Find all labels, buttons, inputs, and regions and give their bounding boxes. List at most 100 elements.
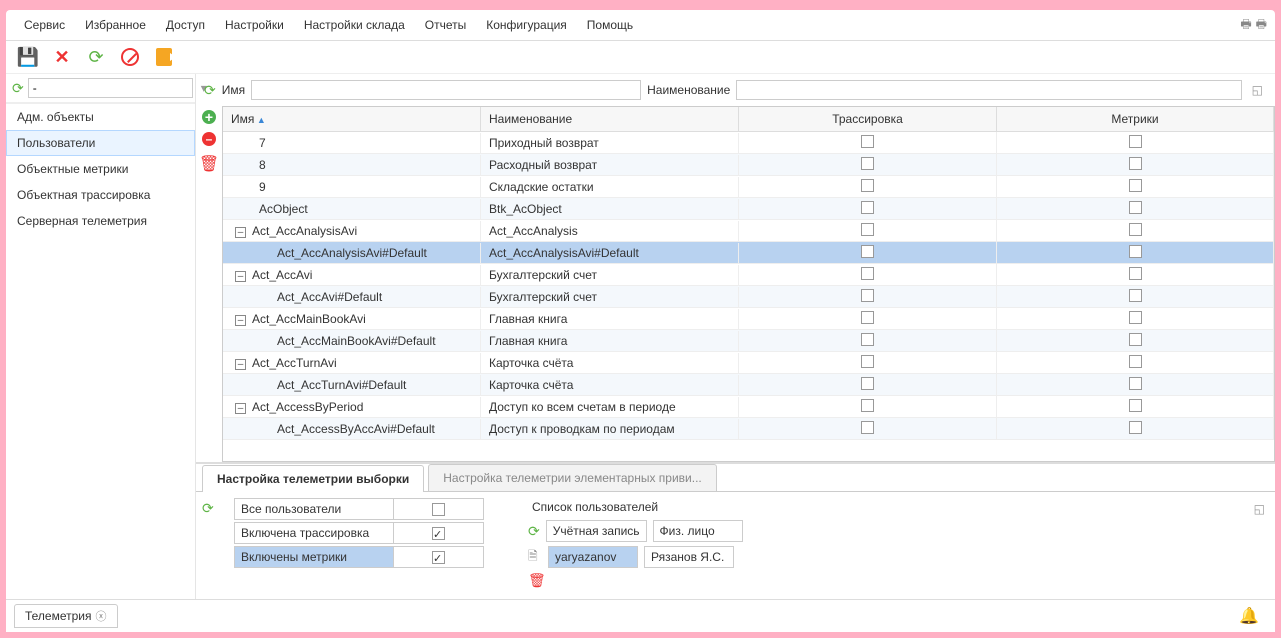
- menu-settings[interactable]: Настройки: [215, 14, 294, 36]
- nav-item[interactable]: Объектные метрики: [6, 156, 195, 182]
- nav-item[interactable]: Серверная телеметрия: [6, 208, 195, 234]
- trace-checkbox[interactable]: [861, 201, 874, 214]
- metrics-checkbox[interactable]: [1129, 267, 1142, 280]
- menu-config[interactable]: Конфигурация: [476, 14, 577, 36]
- users-col-account[interactable]: Учётная запись: [546, 520, 647, 542]
- document-icon: 🗎: [528, 547, 542, 568]
- users-cell-person[interactable]: Рязанов Я.С.: [644, 546, 734, 568]
- table-row[interactable]: –Act_AccAnalysisAviAct_AccAnalysis: [223, 220, 1274, 242]
- metrics-checkbox[interactable]: [1129, 355, 1142, 368]
- menu-access[interactable]: Доступ: [156, 14, 215, 36]
- setting-trace-checkbox[interactable]: [432, 527, 445, 540]
- metrics-checkbox[interactable]: [1129, 135, 1142, 148]
- table-row[interactable]: Act_AccAnalysisAvi#DefaultAct_AccAnalysi…: [223, 242, 1274, 264]
- metrics-checkbox[interactable]: [1129, 223, 1142, 236]
- metrics-checkbox[interactable]: [1129, 289, 1142, 302]
- menu-favorites[interactable]: Избранное: [75, 14, 156, 36]
- trace-checkbox[interactable]: [861, 377, 874, 390]
- metrics-checkbox[interactable]: [1129, 201, 1142, 214]
- filter-name-input[interactable]: [251, 80, 641, 100]
- print-icon[interactable]: 🖶: [1240, 15, 1251, 36]
- menu-service[interactable]: Сервис: [14, 14, 75, 36]
- metrics-checkbox[interactable]: [1129, 311, 1142, 324]
- table-row[interactable]: –Act_AccessByPeriodДоступ ко всем счетам…: [223, 396, 1274, 418]
- users-cell-account[interactable]: yaryazanov: [548, 546, 638, 568]
- left-panel: ⟳ ▾ Адм. объектыПользователиОбъектные ме…: [6, 74, 196, 599]
- table-row[interactable]: Act_AccTurnAvi#DefaultКарточка счёта: [223, 374, 1274, 396]
- trace-checkbox[interactable]: [861, 399, 874, 412]
- trace-checkbox[interactable]: [861, 245, 874, 258]
- grid-corner-icon[interactable]: ◱: [1248, 81, 1267, 99]
- table-row[interactable]: Act_AccAvi#DefaultБухгалтерский счет: [223, 286, 1274, 308]
- filter-desc-input[interactable]: [736, 80, 1241, 100]
- setting-all-users-checkbox[interactable]: [432, 503, 445, 516]
- table-row[interactable]: Act_AccessByAccAvi#DefaultДоступ к прово…: [223, 418, 1274, 440]
- trace-checkbox[interactable]: [861, 355, 874, 368]
- cancel-icon[interactable]: ✕: [52, 47, 72, 67]
- table-row[interactable]: –Act_AccTurnAviКарточка счёта: [223, 352, 1274, 374]
- table-row[interactable]: –Act_AccMainBookAviГлавная книга: [223, 308, 1274, 330]
- footer-tab-telemetry[interactable]: Телеметрия ⓧ: [14, 604, 118, 628]
- tab-telemetry-elementary[interactable]: Настройка телеметрии элементарных приви.…: [428, 464, 717, 491]
- menu-help[interactable]: Помощь: [577, 14, 643, 36]
- tree-toggle-icon[interactable]: –: [235, 227, 246, 238]
- menu-warehouse[interactable]: Настройки склада: [294, 14, 415, 36]
- setting-trace-label: Включена трассировка: [234, 522, 394, 544]
- tree-toggle-icon[interactable]: –: [235, 403, 246, 414]
- settings-refresh-icon[interactable]: ⟳: [202, 500, 214, 517]
- metrics-checkbox[interactable]: [1129, 399, 1142, 412]
- users-refresh-icon[interactable]: ⟳: [528, 523, 540, 540]
- metrics-checkbox[interactable]: [1129, 377, 1142, 390]
- remove-row-icon[interactable]: –: [202, 132, 216, 146]
- table-row[interactable]: 7Приходный возврат: [223, 132, 1274, 154]
- menu-reports[interactable]: Отчеты: [415, 14, 476, 36]
- left-filter-input[interactable]: [28, 78, 193, 98]
- tree-toggle-icon[interactable]: –: [235, 315, 246, 326]
- tree-toggle-icon[interactable]: –: [235, 271, 246, 282]
- table-row[interactable]: 9Складские остатки: [223, 176, 1274, 198]
- add-row-icon[interactable]: +: [202, 110, 216, 124]
- users-col-person[interactable]: Физ. лицо: [653, 520, 743, 542]
- col-header-desc[interactable]: Наименование: [481, 107, 739, 131]
- delete-row-icon[interactable]: 🗑: [199, 154, 219, 174]
- refresh-icon[interactable]: ⟳: [86, 47, 106, 67]
- trace-checkbox[interactable]: [861, 421, 874, 434]
- table-row[interactable]: –Act_AccAviБухгалтерский счет: [223, 264, 1274, 286]
- metrics-checkbox[interactable]: [1129, 421, 1142, 434]
- exit-icon[interactable]: [154, 47, 174, 67]
- metrics-checkbox[interactable]: [1129, 333, 1142, 346]
- forbid-icon[interactable]: [120, 47, 140, 67]
- trace-checkbox[interactable]: [861, 135, 874, 148]
- nav-item[interactable]: Пользователи: [6, 130, 195, 156]
- notifications-icon[interactable]: 🔔: [1239, 606, 1267, 626]
- metrics-checkbox[interactable]: [1129, 179, 1142, 192]
- trace-checkbox[interactable]: [861, 267, 874, 280]
- metrics-checkbox[interactable]: [1129, 157, 1142, 170]
- col-header-metrics[interactable]: Метрики: [997, 107, 1274, 131]
- trace-checkbox[interactable]: [861, 333, 874, 346]
- export-icon[interactable]: 🖶: [1256, 15, 1267, 36]
- toolbar: 💾 ✕ ⟳: [6, 41, 1275, 74]
- table-row[interactable]: AcObjectBtk_AcObject: [223, 198, 1274, 220]
- trace-checkbox[interactable]: [861, 179, 874, 192]
- footer-tab-close-icon[interactable]: ⓧ: [96, 608, 107, 624]
- table-row[interactable]: 8Расходный возврат: [223, 154, 1274, 176]
- tree-toggle-icon[interactable]: –: [235, 359, 246, 370]
- nav-item[interactable]: Объектная трассировка: [6, 182, 195, 208]
- trace-checkbox[interactable]: [861, 157, 874, 170]
- tab-telemetry-selection[interactable]: Настройка телеметрии выборки: [202, 465, 424, 492]
- users-delete-icon[interactable]: 🗑: [528, 572, 546, 589]
- left-refresh-icon[interactable]: ⟳: [12, 80, 24, 97]
- trace-checkbox[interactable]: [861, 223, 874, 236]
- nav-item[interactable]: Адм. объекты: [6, 104, 195, 130]
- save-icon[interactable]: 💾: [18, 47, 38, 67]
- grid-refresh-icon[interactable]: ⟳: [204, 82, 216, 99]
- trace-checkbox[interactable]: [861, 311, 874, 324]
- table-row[interactable]: Act_AccMainBookAvi#DefaultГлавная книга: [223, 330, 1274, 352]
- setting-metrics-checkbox[interactable]: [432, 551, 445, 564]
- col-header-trace[interactable]: Трассировка: [739, 107, 997, 131]
- trace-checkbox[interactable]: [861, 289, 874, 302]
- col-header-name[interactable]: Имя: [223, 107, 481, 131]
- metrics-checkbox[interactable]: [1129, 245, 1142, 258]
- users-corner-icon[interactable]: ◱: [1250, 500, 1269, 518]
